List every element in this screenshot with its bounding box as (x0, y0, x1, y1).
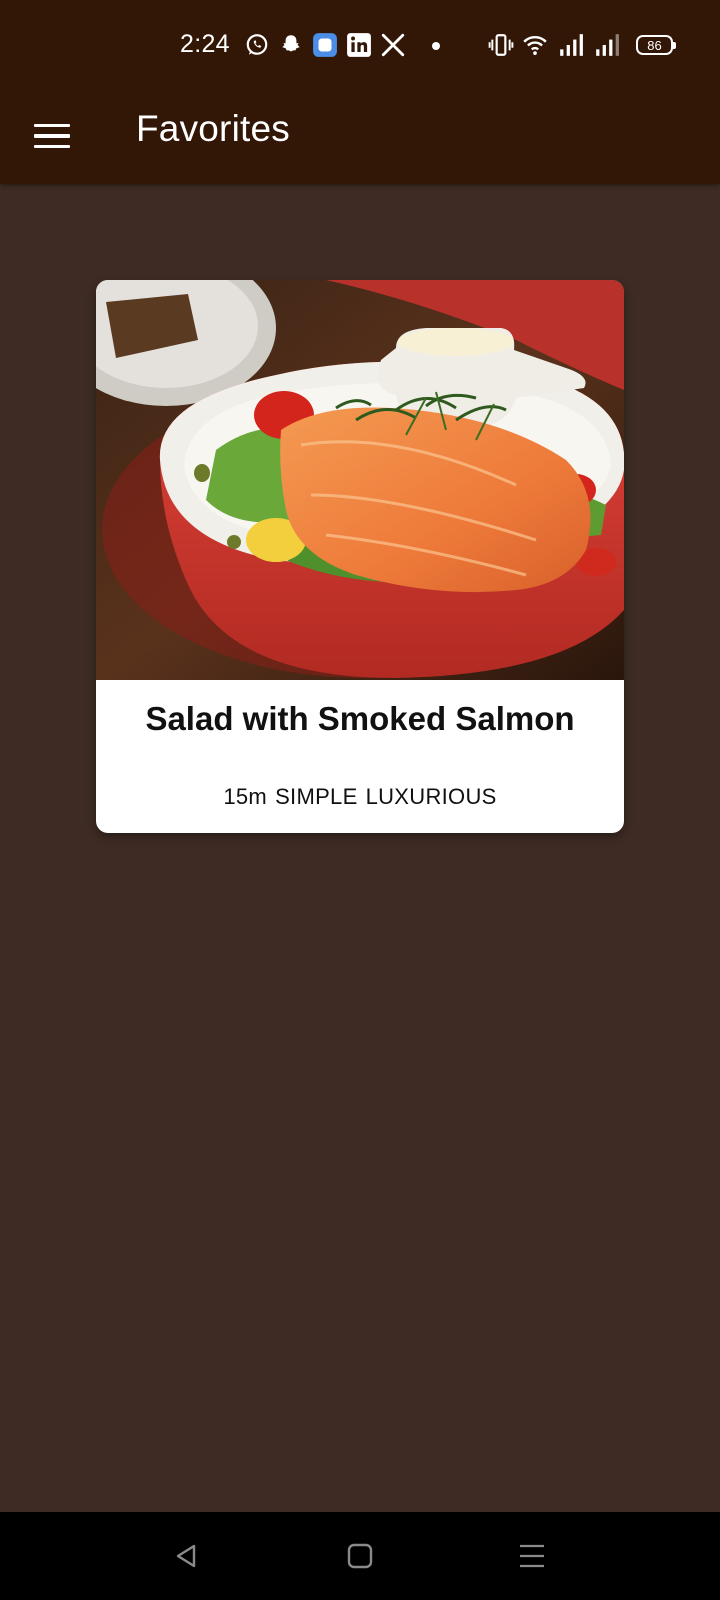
meal-image (96, 280, 624, 680)
status-bar: 2:24 86 (0, 0, 720, 92)
snapchat-icon (278, 32, 304, 58)
app-bar: Favorites (0, 92, 720, 184)
meal-title: Salad with Smoked Salmon (145, 700, 575, 737)
top-bar: 2:24 86 Favorites (0, 0, 720, 184)
system-nav-bar (0, 1512, 720, 1600)
wifi-icon (522, 32, 548, 58)
phone-screen: 2:24 86 Favorites Salad with Smoked Salm… (0, 0, 720, 1600)
whatsapp-icon (244, 32, 270, 58)
vibrate-icon (488, 32, 514, 58)
back-icon[interactable] (168, 1538, 204, 1574)
recents-icon[interactable] (514, 1538, 550, 1574)
x-icon (380, 32, 406, 58)
meal-card[interactable]: Salad with Smoked Salmon 15m SIMPLE LUXURI… (96, 280, 624, 833)
meal-meta: 15m SIMPLE LUXURIOUS (96, 784, 624, 810)
hamburger-menu-icon[interactable] (22, 106, 82, 166)
page-title: Favorites (136, 108, 290, 149)
meal-complexity: SIMPLE (275, 784, 358, 809)
linkedin-icon (346, 32, 372, 58)
signal-icon (558, 32, 584, 58)
battery-level: 86 (647, 37, 662, 53)
meal-duration: 15m (223, 784, 268, 809)
battery-icon: 86 (636, 35, 676, 55)
home-icon[interactable] (342, 1538, 378, 1574)
status-time: 2:24 (180, 30, 230, 58)
more-notifications-dot (432, 42, 440, 50)
app-notification-icon (312, 32, 338, 58)
meal-affordability: LUXURIOUS (365, 784, 497, 809)
signal-icon-2 (594, 32, 620, 58)
